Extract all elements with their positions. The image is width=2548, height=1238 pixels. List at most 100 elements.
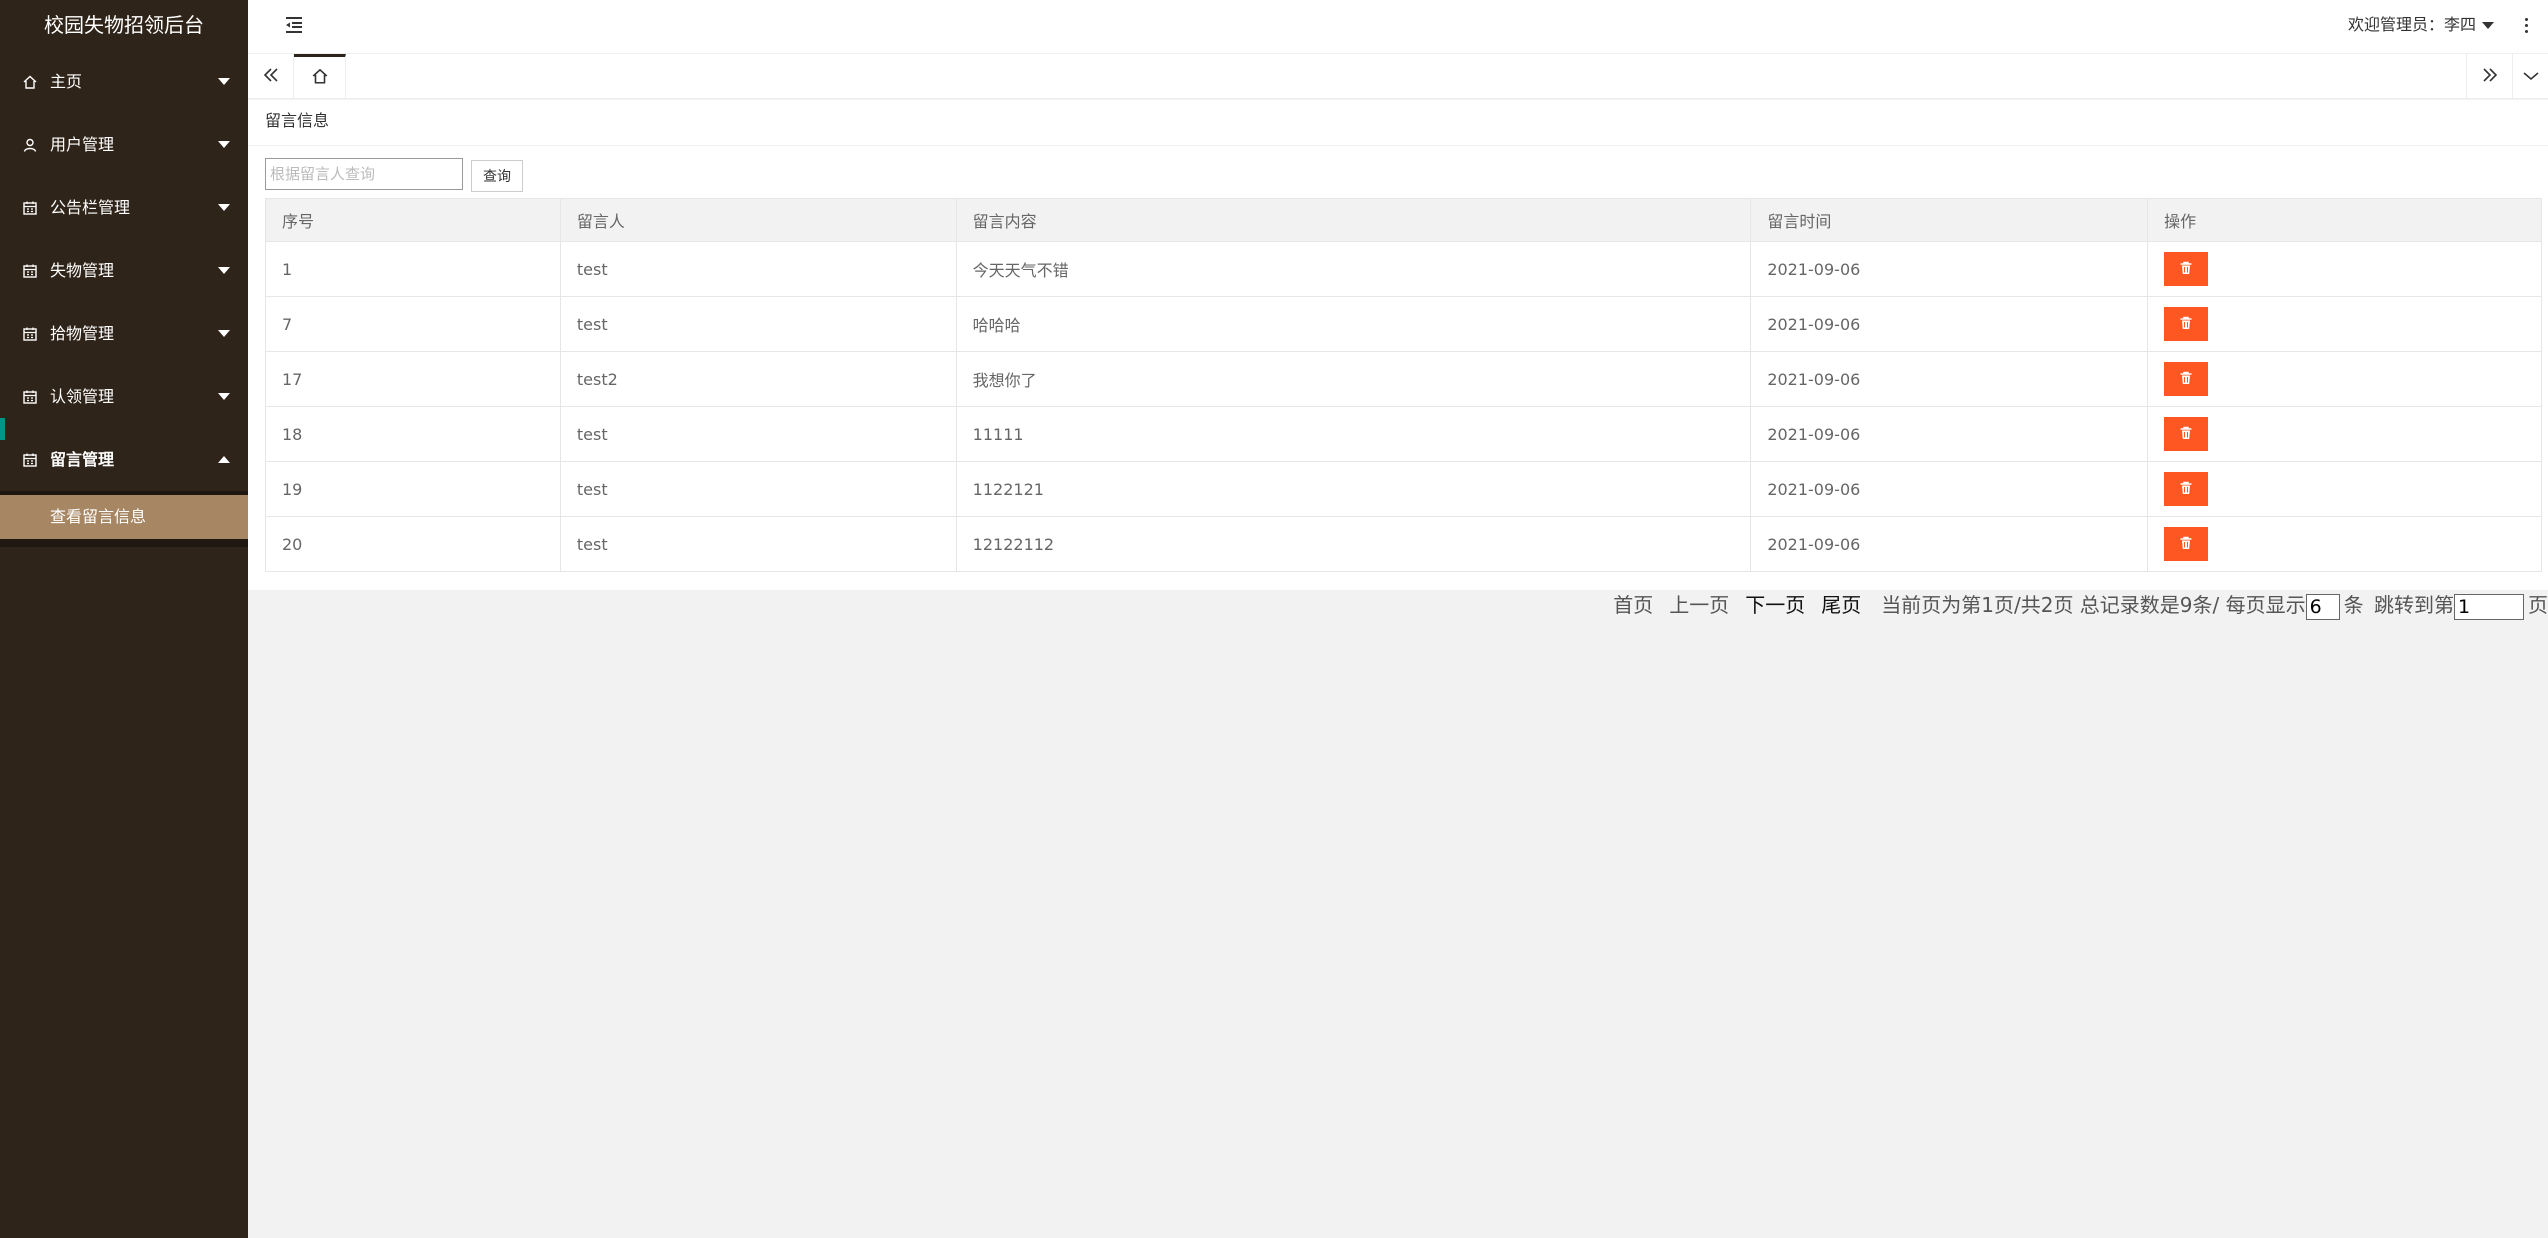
sidebar-item-label: 主页 <box>50 72 83 91</box>
table-row: 19 test 1122121 2021-09-06 <box>265 461 2542 517</box>
messages-table: 序号 留言人 留言内容 留言时间 操作 1 test 今天天气不错 2021-0… <box>265 198 2542 572</box>
user-icon <box>20 113 40 176</box>
content-card: 留言信息 查询 序号 留言人 留言内容 留言时间 操作 1 test <box>248 100 2548 590</box>
chevron-down-icon <box>2482 22 2494 29</box>
welcome-user-menu[interactable]: 欢迎管理员：李四 <box>2348 0 2494 50</box>
chevron-down-icon <box>2522 67 2540 86</box>
calendar-icon <box>20 365 40 428</box>
home-icon <box>20 50 40 113</box>
trash-icon <box>2179 426 2193 443</box>
search-button[interactable]: 查询 <box>471 160 523 192</box>
pager-first-link[interactable]: 首页 <box>1613 593 1653 617</box>
welcome-text: 欢迎管理员：李四 <box>2347 15 2476 34</box>
sidebar-item-label: 拾物管理 <box>50 324 115 343</box>
chevron-down-icon <box>216 302 232 365</box>
pager-unit: 条 <box>2343 593 2364 617</box>
menu-fold-icon <box>284 16 304 38</box>
more-options-icon[interactable] <box>2516 12 2536 38</box>
cell-id: 7 <box>265 296 561 352</box>
cell-time: 2021-09-06 <box>1750 351 2149 407</box>
tabs-bar <box>248 54 2548 99</box>
pager-prev-link[interactable]: 上一页 <box>1669 593 1729 617</box>
delete-button[interactable] <box>2164 527 2209 561</box>
chevron-down-icon <box>216 113 232 176</box>
pagination-controls: 首页上一页下一页尾页当前页为第1页/共2页 总记录数是9条/ 每页显示 条 跳转到… <box>1613 588 2548 622</box>
cell-content: 我想你了 <box>955 351 1752 407</box>
search-input[interactable] <box>265 158 463 190</box>
calendar-icon <box>20 302 40 365</box>
table-row: 20 test 12122112 2021-09-06 <box>265 516 2542 572</box>
delete-button[interactable] <box>2164 252 2209 286</box>
calendar-icon <box>20 428 40 491</box>
sidebar-item-claim[interactable]: 认领管理 <box>0 365 248 428</box>
cell-id: 17 <box>265 351 561 407</box>
table-row: 1 test 今天天气不错 2021-09-06 <box>265 241 2542 297</box>
delete-button[interactable] <box>2164 362 2209 396</box>
page-size-input[interactable] <box>2305 593 2340 620</box>
tabs-scroll-left-button[interactable] <box>248 54 294 99</box>
sidebar-item-notice[interactable]: 公告栏管理 <box>0 176 248 239</box>
sidebar-item-label: 认领管理 <box>50 387 115 406</box>
cell-content: 哈哈哈 <box>955 296 1752 352</box>
pager-last-link[interactable]: 尾页 <box>1821 593 1861 617</box>
trash-icon <box>2179 371 2193 388</box>
cell-time: 2021-09-06 <box>1750 461 2149 517</box>
sidebar-item-messages[interactable]: 留言管理 <box>0 428 248 491</box>
cell-user: test2 <box>559 351 957 407</box>
cell-id: 1 <box>265 241 561 297</box>
column-header-user: 留言人 <box>559 198 957 242</box>
page-jump-input[interactable] <box>2454 593 2524 620</box>
delete-button[interactable] <box>2164 417 2209 451</box>
pager-info: 当前页为第1页/共2页 总记录数是9条/ 每页显示 <box>1881 593 2306 617</box>
chevron-down-icon <box>216 176 232 239</box>
sidebar-subitem-view-messages[interactable]: 查看留言信息 <box>0 495 248 539</box>
calendar-icon <box>20 239 40 302</box>
pager-next-link[interactable]: 下一页 <box>1745 593 1805 617</box>
delete-button[interactable] <box>2164 472 2209 506</box>
tabs-scroll-right-button[interactable] <box>2466 54 2512 99</box>
pagination: 首页上一页下一页尾页当前页为第1页/共2页 总记录数是9条/ 每页显示 条 跳转到… <box>248 588 2548 622</box>
sidebar-item-home[interactable]: 主页 <box>0 50 248 113</box>
cell-actions <box>2147 241 2542 297</box>
cell-content: 11111 <box>955 406 1752 462</box>
double-chevron-right-icon <box>2481 67 2499 87</box>
cell-user: test <box>559 516 957 572</box>
sidebar-item-users[interactable]: 用户管理 <box>0 113 248 176</box>
sidebar-item-label: 用户管理 <box>50 135 115 154</box>
sidebar-item-lost[interactable]: 失物管理 <box>0 239 248 302</box>
cell-id: 20 <box>265 516 561 572</box>
sidebar: 校园失物招领后台 主页 用户管理 公告栏管理 失物管理 拾物管理 认领管理 留言… <box>0 0 248 1238</box>
cell-actions <box>2147 461 2542 517</box>
sidebar-submenu: 查看留言信息 <box>0 491 248 547</box>
table-row: 17 test2 我想你了 2021-09-06 <box>265 351 2542 407</box>
chevron-down-icon <box>216 239 232 302</box>
pager-page-suffix: 页 <box>2528 593 2548 617</box>
trash-icon <box>2179 261 2193 278</box>
tab-home[interactable] <box>294 54 346 99</box>
delete-button[interactable] <box>2164 307 2209 341</box>
cell-actions <box>2147 296 2542 352</box>
calendar-icon <box>20 176 40 239</box>
chevron-down-icon <box>216 50 232 113</box>
column-header-id: 序号 <box>265 198 561 242</box>
sidebar-item-found[interactable]: 拾物管理 <box>0 302 248 365</box>
cell-user: test <box>559 296 957 352</box>
cell-user: test <box>559 461 957 517</box>
cell-time: 2021-09-06 <box>1750 406 2149 462</box>
cell-time: 2021-09-06 <box>1750 241 2149 297</box>
trash-icon <box>2179 316 2193 333</box>
cell-actions <box>2147 351 2542 407</box>
cell-id: 19 <box>265 461 561 517</box>
cell-time: 2021-09-06 <box>1750 296 2149 352</box>
cell-id: 18 <box>265 406 561 462</box>
sidebar-item-label: 公告栏管理 <box>50 198 131 217</box>
pager-jump-label: 跳转到第 <box>2374 593 2454 617</box>
tabs-dropdown-button[interactable] <box>2512 54 2548 99</box>
chevron-down-icon <box>216 365 232 428</box>
cell-actions <box>2147 516 2542 572</box>
cell-time: 2021-09-06 <box>1750 516 2149 572</box>
cell-actions <box>2147 406 2542 462</box>
menu-toggle-button[interactable] <box>280 13 308 41</box>
trash-icon <box>2179 536 2193 553</box>
cell-content: 1122121 <box>955 461 1752 517</box>
